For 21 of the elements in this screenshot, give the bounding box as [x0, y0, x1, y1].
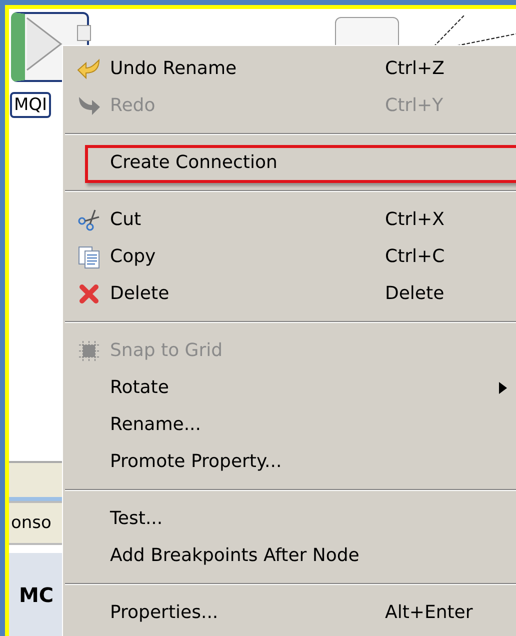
copy-icon — [77, 244, 101, 268]
menu-item[interactable]: Rotate — [63, 369, 516, 406]
menu-item[interactable]: Undo Rename Ctrl+Z — [63, 50, 516, 87]
menu-item[interactable]: Delete Delete — [63, 275, 516, 312]
terminal-icon — [77, 25, 91, 41]
submenu-arrow-icon — [499, 382, 507, 394]
panel-heading: MC — [19, 582, 54, 606]
grid-icon — [78, 340, 100, 362]
menu-item[interactable]: Copy Ctrl+C — [63, 238, 516, 275]
delete-x-icon — [78, 282, 100, 304]
menu-item[interactable]: Test... — [63, 500, 516, 537]
menu-item[interactable]: Properties... Alt+Enter — [63, 594, 516, 631]
menu-item[interactable]: Rename... — [63, 406, 516, 443]
redo-arrow-icon — [77, 94, 101, 116]
menu-item[interactable]: Add Breakpoints After Node — [63, 537, 516, 574]
menu-item[interactable]: Promote Property... — [63, 443, 516, 480]
undo-arrow-icon — [77, 58, 101, 80]
menu-item[interactable]: Cut Ctrl+X — [63, 201, 516, 238]
node-label[interactable]: MQI — [10, 92, 52, 118]
scissors-icon — [77, 208, 101, 232]
panel-tab[interactable]: onso — [11, 513, 52, 533]
